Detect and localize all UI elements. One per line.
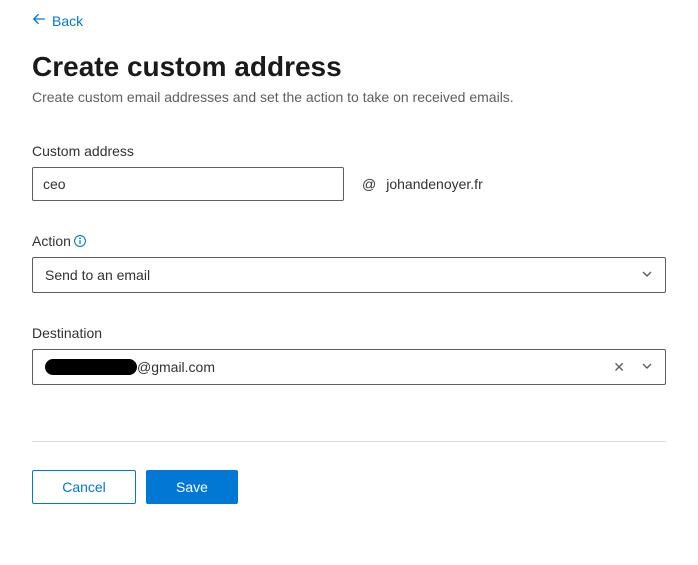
custom-address-label: Custom address [32, 143, 666, 159]
destination-input[interactable]: @gmail.com ✕ [32, 349, 666, 385]
chevron-down-icon [641, 359, 653, 375]
action-label: Action [32, 233, 71, 249]
info-icon[interactable] [73, 234, 87, 248]
back-label: Back [52, 13, 83, 29]
domain-text: johandenoyer.fr [386, 176, 483, 192]
action-select[interactable]: Send to an email [32, 257, 666, 293]
at-sign: @ [362, 176, 376, 192]
chevron-down-icon [641, 267, 653, 283]
page-title: Create custom address [32, 51, 666, 83]
redacted-prefix [45, 359, 137, 375]
divider [32, 441, 666, 442]
action-select-value: Send to an email [45, 267, 641, 283]
destination-suffix: @gmail.com [137, 359, 215, 375]
destination-label: Destination [32, 325, 666, 341]
arrow-left-icon [32, 12, 52, 29]
back-link[interactable]: Back [32, 12, 83, 29]
save-button[interactable]: Save [146, 470, 238, 504]
cancel-button[interactable]: Cancel [32, 470, 136, 504]
custom-address-input[interactable] [32, 167, 344, 201]
page-subtitle: Create custom email addresses and set th… [32, 89, 666, 105]
clear-icon[interactable]: ✕ [613, 359, 625, 376]
